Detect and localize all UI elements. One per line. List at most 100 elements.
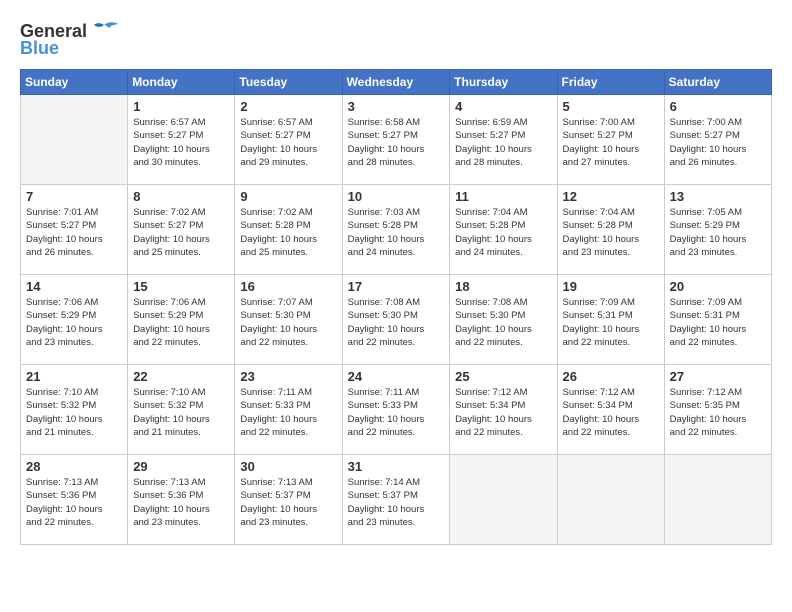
calendar-cell: 21Sunrise: 7:10 AM Sunset: 5:32 PM Dayli… bbox=[21, 365, 128, 455]
day-number: 2 bbox=[240, 99, 336, 114]
day-info: Sunrise: 7:02 AM Sunset: 5:28 PM Dayligh… bbox=[240, 206, 336, 259]
day-number: 3 bbox=[348, 99, 445, 114]
calendar-cell: 27 Sunrise: 7:12 AM Sunset: 5:35 PM Dayli… bbox=[664, 365, 771, 455]
day-info: Sunrise: 7:11 AM Sunset: 5:33 PM Dayligh… bbox=[348, 386, 445, 439]
day-info: Sunrise: 7:10 AM Sunset: 5:32 PM Dayligh… bbox=[26, 386, 122, 439]
calendar-body: 1Sunrise: 6:57 AM Sunset: 5:27 PM Daylig… bbox=[21, 95, 772, 545]
day-number: 16 bbox=[240, 279, 336, 294]
calendar-cell: 14Sunrise: 7:06 AM Sunset: 5:29 PM Dayli… bbox=[21, 275, 128, 365]
calendar-cell bbox=[664, 455, 771, 545]
day-number: 23 bbox=[240, 369, 336, 384]
day-info: Sunrise: 7:01 AM Sunset: 5:27 PM Dayligh… bbox=[26, 206, 122, 259]
calendar-cell bbox=[450, 455, 557, 545]
day-info: Sunrise: 7:13 AM Sunset: 5:37 PM Dayligh… bbox=[240, 476, 336, 529]
day-number: 12 bbox=[563, 189, 659, 204]
day-info: Sunrise: 6:57 AM Sunset: 5:27 PM Dayligh… bbox=[133, 116, 229, 169]
day-number: 9 bbox=[240, 189, 336, 204]
day-number: 30 bbox=[240, 459, 336, 474]
day-number: 13 bbox=[670, 189, 766, 204]
calendar-cell: 15 Sunrise: 7:06 AM Sunset: 5:29 PM Dayli… bbox=[128, 275, 235, 365]
calendar-cell: 30 Sunrise: 7:13 AM Sunset: 5:37 PM Dayli… bbox=[235, 455, 342, 545]
day-number: 5 bbox=[563, 99, 659, 114]
calendar-cell: 1Sunrise: 6:57 AM Sunset: 5:27 PM Daylig… bbox=[128, 95, 235, 185]
header-row: SundayMondayTuesdayWednesdayThursdayFrid… bbox=[21, 70, 772, 95]
day-number: 20 bbox=[670, 279, 766, 294]
day-info: Sunrise: 7:05 AM Sunset: 5:29 PM Dayligh… bbox=[670, 206, 766, 259]
day-number: 17 bbox=[348, 279, 445, 294]
page-header: General Blue bbox=[20, 20, 772, 59]
day-info: Sunrise: 7:12 AM Sunset: 5:35 PM Dayligh… bbox=[670, 386, 766, 439]
day-info: Sunrise: 6:59 AM Sunset: 5:27 PM Dayligh… bbox=[455, 116, 551, 169]
header-cell-saturday: Saturday bbox=[664, 70, 771, 95]
day-number: 18 bbox=[455, 279, 551, 294]
day-number: 4 bbox=[455, 99, 551, 114]
header-cell-sunday: Sunday bbox=[21, 70, 128, 95]
calendar-cell: 16 Sunrise: 7:07 AM Sunset: 5:30 PM Dayli… bbox=[235, 275, 342, 365]
calendar-cell bbox=[557, 455, 664, 545]
day-info: Sunrise: 7:12 AM Sunset: 5:34 PM Dayligh… bbox=[563, 386, 659, 439]
day-info: Sunrise: 6:58 AM Sunset: 5:27 PM Dayligh… bbox=[348, 116, 445, 169]
calendar-cell: 24 Sunrise: 7:11 AM Sunset: 5:33 PM Dayli… bbox=[342, 365, 450, 455]
calendar-cell: 6 Sunrise: 7:00 AM Sunset: 5:27 PM Daylig… bbox=[664, 95, 771, 185]
calendar-cell: 18 Sunrise: 7:08 AM Sunset: 5:30 PM Dayli… bbox=[450, 275, 557, 365]
calendar-header: SundayMondayTuesdayWednesdayThursdayFrid… bbox=[21, 70, 772, 95]
calendar-cell: 31Sunrise: 7:14 AM Sunset: 5:37 PM Dayli… bbox=[342, 455, 450, 545]
day-info: Sunrise: 7:04 AM Sunset: 5:28 PM Dayligh… bbox=[563, 206, 659, 259]
calendar-cell: 3 Sunrise: 6:58 AM Sunset: 5:27 PM Daylig… bbox=[342, 95, 450, 185]
calendar-cell: 9 Sunrise: 7:02 AM Sunset: 5:28 PM Daylig… bbox=[235, 185, 342, 275]
header-cell-thursday: Thursday bbox=[450, 70, 557, 95]
day-info: Sunrise: 7:12 AM Sunset: 5:34 PM Dayligh… bbox=[455, 386, 551, 439]
day-info: Sunrise: 7:09 AM Sunset: 5:31 PM Dayligh… bbox=[563, 296, 659, 349]
day-number: 27 bbox=[670, 369, 766, 384]
day-info: Sunrise: 7:08 AM Sunset: 5:30 PM Dayligh… bbox=[455, 296, 551, 349]
day-number: 28 bbox=[26, 459, 122, 474]
day-number: 15 bbox=[133, 279, 229, 294]
calendar-cell: 12 Sunrise: 7:04 AM Sunset: 5:28 PM Dayli… bbox=[557, 185, 664, 275]
day-number: 7 bbox=[26, 189, 122, 204]
day-info: Sunrise: 7:11 AM Sunset: 5:33 PM Dayligh… bbox=[240, 386, 336, 439]
calendar-cell: 10 Sunrise: 7:03 AM Sunset: 5:28 PM Dayli… bbox=[342, 185, 450, 275]
calendar-cell: 11Sunrise: 7:04 AM Sunset: 5:28 PM Dayli… bbox=[450, 185, 557, 275]
calendar-cell: 5Sunrise: 7:00 AM Sunset: 5:27 PM Daylig… bbox=[557, 95, 664, 185]
logo: General Blue bbox=[20, 20, 119, 59]
header-cell-monday: Monday bbox=[128, 70, 235, 95]
day-info: Sunrise: 7:13 AM Sunset: 5:36 PM Dayligh… bbox=[133, 476, 229, 529]
day-info: Sunrise: 6:57 AM Sunset: 5:27 PM Dayligh… bbox=[240, 116, 336, 169]
week-row-1: 1Sunrise: 6:57 AM Sunset: 5:27 PM Daylig… bbox=[21, 95, 772, 185]
header-cell-tuesday: Tuesday bbox=[235, 70, 342, 95]
day-info: Sunrise: 7:02 AM Sunset: 5:27 PM Dayligh… bbox=[133, 206, 229, 259]
day-info: Sunrise: 7:03 AM Sunset: 5:28 PM Dayligh… bbox=[348, 206, 445, 259]
calendar-cell bbox=[21, 95, 128, 185]
day-info: Sunrise: 7:06 AM Sunset: 5:29 PM Dayligh… bbox=[133, 296, 229, 349]
week-row-2: 7 Sunrise: 7:01 AM Sunset: 5:27 PM Daylig… bbox=[21, 185, 772, 275]
day-number: 11 bbox=[455, 189, 551, 204]
logo-bird-icon bbox=[89, 20, 119, 42]
calendar-cell: 28 Sunrise: 7:13 AM Sunset: 5:36 PM Dayli… bbox=[21, 455, 128, 545]
calendar-cell: 2 Sunrise: 6:57 AM Sunset: 5:27 PM Daylig… bbox=[235, 95, 342, 185]
day-number: 14 bbox=[26, 279, 122, 294]
calendar-cell: 7 Sunrise: 7:01 AM Sunset: 5:27 PM Daylig… bbox=[21, 185, 128, 275]
calendar-table: SundayMondayTuesdayWednesdayThursdayFrid… bbox=[20, 69, 772, 545]
day-info: Sunrise: 7:00 AM Sunset: 5:27 PM Dayligh… bbox=[670, 116, 766, 169]
day-info: Sunrise: 7:07 AM Sunset: 5:30 PM Dayligh… bbox=[240, 296, 336, 349]
day-info: Sunrise: 7:08 AM Sunset: 5:30 PM Dayligh… bbox=[348, 296, 445, 349]
calendar-cell: 23 Sunrise: 7:11 AM Sunset: 5:33 PM Dayli… bbox=[235, 365, 342, 455]
week-row-5: 28 Sunrise: 7:13 AM Sunset: 5:36 PM Dayli… bbox=[21, 455, 772, 545]
day-number: 10 bbox=[348, 189, 445, 204]
calendar-cell: 4 Sunrise: 6:59 AM Sunset: 5:27 PM Daylig… bbox=[450, 95, 557, 185]
day-number: 19 bbox=[563, 279, 659, 294]
calendar-cell: 25 Sunrise: 7:12 AM Sunset: 5:34 PM Dayli… bbox=[450, 365, 557, 455]
calendar-cell: 17 Sunrise: 7:08 AM Sunset: 5:30 PM Dayli… bbox=[342, 275, 450, 365]
calendar-cell: 8 Sunrise: 7:02 AM Sunset: 5:27 PM Daylig… bbox=[128, 185, 235, 275]
day-info: Sunrise: 7:13 AM Sunset: 5:36 PM Dayligh… bbox=[26, 476, 122, 529]
day-number: 8 bbox=[133, 189, 229, 204]
calendar-cell: 20 Sunrise: 7:09 AM Sunset: 5:31 PM Dayli… bbox=[664, 275, 771, 365]
day-info: Sunrise: 7:09 AM Sunset: 5:31 PM Dayligh… bbox=[670, 296, 766, 349]
day-number: 24 bbox=[348, 369, 445, 384]
day-number: 25 bbox=[455, 369, 551, 384]
week-row-3: 14 Sunrise: 7:06 AM Sunset: 5:29 PM Dayli… bbox=[21, 275, 772, 365]
day-number: 6 bbox=[670, 99, 766, 114]
day-number: 31 bbox=[348, 459, 445, 474]
logo-blue-text: Blue bbox=[20, 38, 59, 59]
day-info: Sunrise: 7:10 AM Sunset: 5:32 PM Dayligh… bbox=[133, 386, 229, 439]
